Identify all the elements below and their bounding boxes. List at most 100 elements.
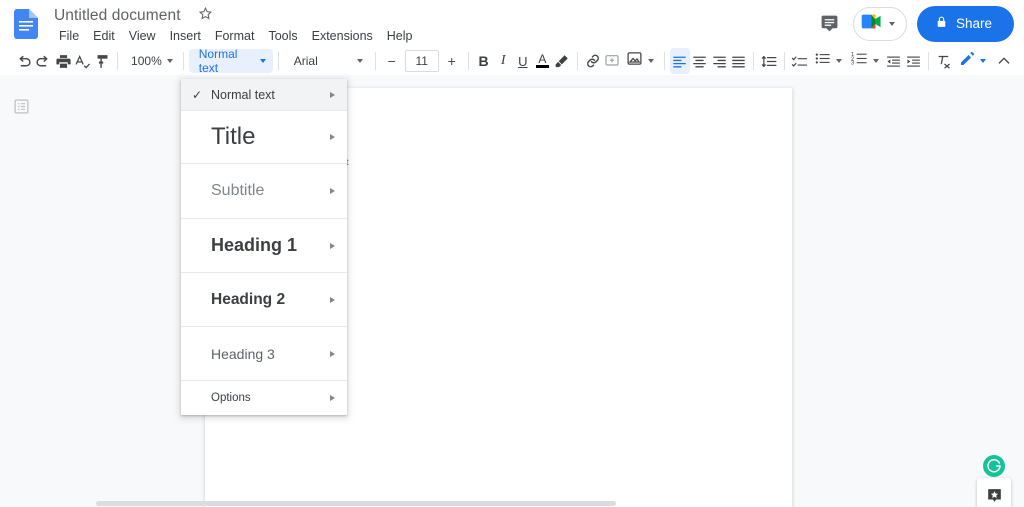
checklist-icon[interactable]: [790, 48, 810, 74]
chevron-down-icon: [259, 59, 266, 63]
document-canvas[interactable]: rt: [0, 75, 1024, 507]
insert-image-button[interactable]: [622, 48, 659, 74]
align-center-icon[interactable]: [690, 48, 710, 74]
font-family-value: Arial: [293, 54, 318, 68]
numbered-list-icon: 1 2 3: [851, 50, 868, 72]
insert-link-icon[interactable]: [583, 48, 603, 74]
bulleted-list-button[interactable]: [810, 48, 847, 74]
toolbar-divider: [784, 52, 786, 70]
bulleted-list-icon: [814, 50, 831, 72]
chevron-down-icon: [835, 59, 842, 63]
chevron-down-icon: [356, 59, 363, 63]
style-menu-item-subtitle[interactable]: Subtitle: [181, 164, 347, 218]
style-menu-label: Title: [211, 123, 256, 150]
menu-tools[interactable]: Tools: [261, 27, 304, 46]
text-color-label: A: [538, 52, 547, 66]
document-title[interactable]: Untitled document: [51, 5, 184, 27]
style-menu-item-heading-2[interactable]: Heading 2: [181, 273, 347, 326]
font-family-selector[interactable]: Arial: [284, 49, 370, 73]
document-outline-icon[interactable]: [13, 98, 30, 115]
menu-edit[interactable]: Edit: [86, 27, 122, 46]
toolbar-divider: [277, 52, 279, 70]
highlight-pen-icon[interactable]: [552, 48, 572, 74]
menu-bar: File Edit View Insert Format Tools Exten…: [52, 27, 420, 46]
align-left-icon[interactable]: [670, 48, 690, 74]
toolbar-divider: [927, 52, 929, 70]
submenu-arrow-icon: [330, 350, 335, 357]
horizontal-scrollbar[interactable]: [0, 500, 1024, 507]
toolbar-divider: [182, 52, 184, 70]
add-comment-icon[interactable]: [602, 48, 622, 74]
menu-extensions[interactable]: Extensions: [305, 27, 380, 46]
paragraph-style-selector[interactable]: Normal text: [188, 47, 273, 75]
decrease-font-size-button[interactable]: −: [381, 48, 403, 74]
style-menu-label: Options: [211, 392, 251, 404]
chevron-down-icon: [648, 59, 655, 63]
scrollbar-thumb[interactable]: [96, 501, 616, 506]
style-menu-item-title[interactable]: Title: [181, 111, 347, 163]
submenu-arrow-icon: [330, 395, 335, 401]
app-header: Untitled document File Edit View Insert …: [0, 0, 1024, 47]
line-spacing-icon[interactable]: [759, 48, 779, 74]
google-meet-button[interactable]: [852, 6, 907, 41]
clear-formatting-icon[interactable]: [934, 48, 954, 74]
zoom-selector[interactable]: 100%: [123, 49, 178, 73]
increase-font-size-button[interactable]: +: [441, 48, 463, 74]
star-outline-icon[interactable]: [198, 6, 213, 26]
menu-insert[interactable]: Insert: [163, 27, 208, 46]
bold-button[interactable]: B: [474, 48, 494, 74]
style-menu-label: Heading 1: [211, 235, 298, 255]
style-menu-item-heading-3[interactable]: Heading 3: [181, 327, 347, 380]
chevron-down-icon: [872, 59, 879, 63]
toolbar-divider: [467, 52, 469, 70]
google-docs-window: Untitled document File Edit View Insert …: [0, 0, 1024, 507]
formatting-toolbar: 100% Normal text Arial − 11 + B I U A 1 …: [0, 47, 1024, 75]
align-right-icon[interactable]: [709, 48, 729, 74]
chevron-down-icon: [888, 21, 895, 26]
edit-mode-button[interactable]: [954, 48, 991, 74]
chevron-up-icon[interactable]: [995, 48, 1015, 74]
submenu-arrow-icon: [330, 242, 335, 249]
text-color-swatch: [535, 65, 549, 68]
style-menu-label: Subtitle: [211, 182, 265, 199]
share-button[interactable]: Share: [916, 5, 1014, 42]
toolbar-divider: [576, 52, 578, 70]
increase-indent-icon[interactable]: [903, 48, 923, 74]
insert-image-icon: [626, 50, 643, 72]
paint-format-icon[interactable]: [92, 48, 112, 74]
comment-history-icon[interactable]: [813, 7, 847, 41]
style-menu-item-options[interactable]: Options: [181, 381, 347, 415]
check-icon: ✓: [191, 87, 203, 102]
italic-button[interactable]: I: [493, 48, 513, 74]
menu-format[interactable]: Format: [208, 27, 262, 46]
spellcheck-icon[interactable]: [73, 48, 93, 74]
submenu-arrow-icon: [330, 296, 335, 303]
header-actions: Share: [813, 0, 1014, 47]
share-label: Share: [955, 16, 992, 31]
svg-text:3: 3: [851, 61, 854, 67]
google-docs-logo[interactable]: [14, 9, 38, 39]
paragraph-style-menu: ✓ Normal text Title Subtitle Heading 1 H…: [181, 79, 347, 415]
underline-button[interactable]: U: [513, 48, 533, 74]
submenu-arrow-icon: [330, 134, 335, 140]
zoom-value: 100%: [131, 54, 162, 68]
print-icon[interactable]: [53, 48, 73, 74]
text-color-button[interactable]: A: [533, 48, 553, 74]
redo-icon[interactable]: [34, 48, 54, 74]
numbered-list-button[interactable]: 1 2 3: [847, 48, 884, 74]
grammarly-icon[interactable]: [983, 455, 1005, 477]
align-justify-icon[interactable]: [729, 48, 749, 74]
style-menu-item-heading-1[interactable]: Heading 1: [181, 219, 347, 272]
explore-icon: [987, 488, 1001, 502]
style-menu-item-normal-text[interactable]: ✓ Normal text: [181, 79, 347, 110]
decrease-indent-icon[interactable]: [884, 48, 904, 74]
menu-help[interactable]: Help: [380, 27, 420, 46]
menu-file[interactable]: File: [52, 27, 86, 46]
font-size-stepper: − 11 +: [381, 48, 463, 74]
menu-view[interactable]: View: [122, 27, 163, 46]
undo-icon[interactable]: [14, 48, 34, 74]
font-size-input[interactable]: 11: [404, 50, 439, 72]
explore-button[interactable]: [977, 478, 1011, 507]
paragraph-style-value: Normal text: [198, 47, 238, 75]
chevron-down-icon: [979, 59, 986, 63]
